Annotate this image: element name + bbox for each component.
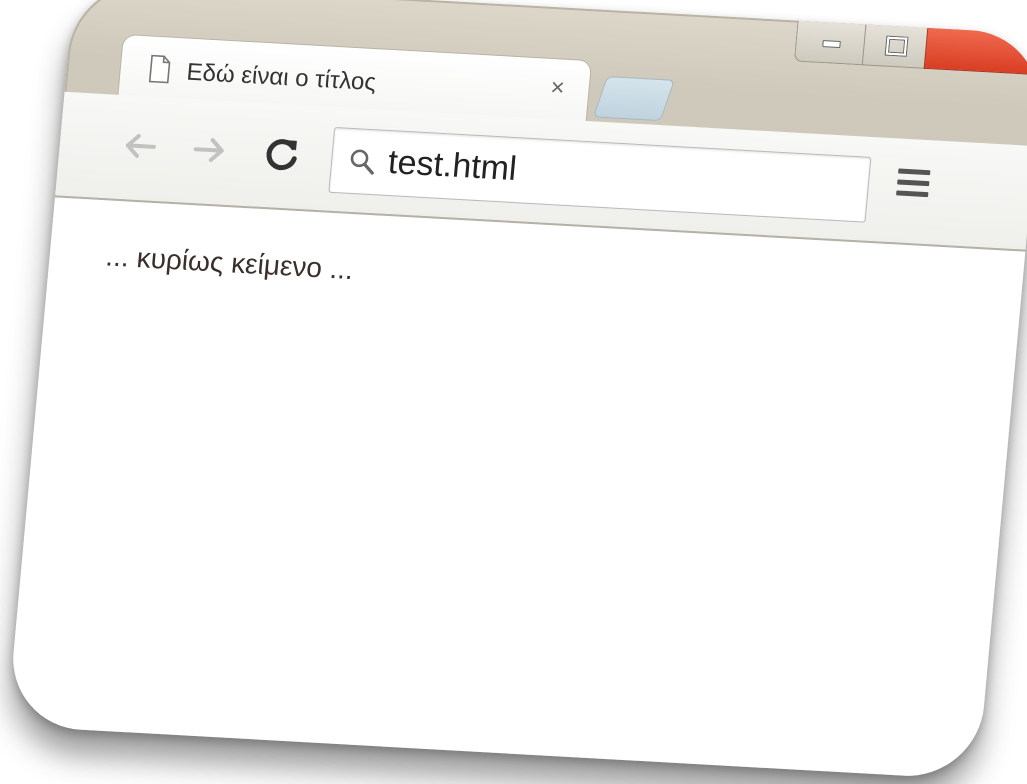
page-content: ... κυρίως κείμενο ... xyxy=(6,197,1026,780)
window-controls xyxy=(782,20,1027,76)
menu-icon-bar xyxy=(896,190,929,198)
address-bar[interactable]: test.html xyxy=(328,126,872,223)
close-window-button[interactable] xyxy=(923,27,1027,76)
back-arrow-icon[interactable] xyxy=(116,123,164,169)
menu-icon-bar xyxy=(897,179,930,187)
forward-arrow-icon[interactable] xyxy=(186,127,234,173)
new-tab-button[interactable] xyxy=(592,76,675,122)
minimize-button[interactable] xyxy=(793,20,868,66)
page-icon xyxy=(148,54,171,84)
address-bar-url: test.html xyxy=(386,143,519,189)
maximize-icon xyxy=(885,36,908,56)
menu-icon[interactable] xyxy=(895,168,931,206)
page-body-text: ... κυρίως κείμενο ... xyxy=(104,240,355,286)
browser-window: Εδώ είναι ο τίτλος × test.html ... κυρίω… xyxy=(6,0,1027,780)
minimize-icon xyxy=(822,40,841,49)
search-icon xyxy=(350,149,374,175)
reload-icon[interactable] xyxy=(258,131,306,177)
menu-icon-bar xyxy=(898,168,931,176)
maximize-button[interactable] xyxy=(861,24,930,69)
tab-close-icon[interactable]: × xyxy=(543,74,571,102)
screenshot-scene: Εδώ είναι ο τίτλος × test.html ... κυρίω… xyxy=(0,0,1027,784)
tab-title: Εδώ είναι ο τίτλος xyxy=(185,58,378,97)
